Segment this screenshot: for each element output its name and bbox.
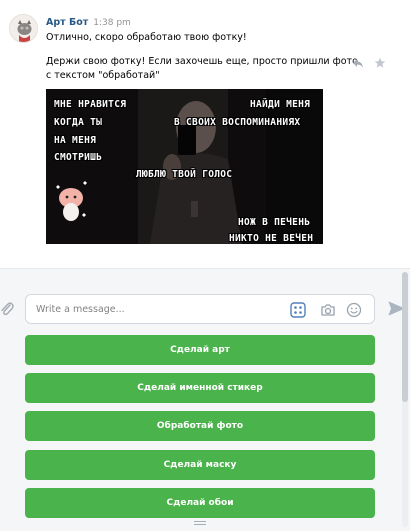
photo-caption: СМОТРИШЬ — [54, 152, 103, 163]
photo-caption: НОЖ В ПЕЧЕНЬ — [238, 217, 311, 228]
cat-avatar-icon — [10, 15, 37, 42]
emoji-icon[interactable] — [346, 302, 362, 318]
camera-icon[interactable] — [320, 302, 336, 318]
message-sender[interactable]: Арт Бот 1:38 pm — [46, 17, 131, 28]
photo-caption: ЛЮБЛЮ ТВОЙ ГОЛОС — [136, 169, 233, 180]
resize-handle[interactable] — [194, 521, 206, 527]
keyboard-button-mask[interactable]: Сделай маску — [25, 450, 375, 480]
keyboard-button-named-sticker[interactable]: Сделай именной стикер — [25, 373, 375, 403]
photo-caption: В СВОИХ ВОСПОМИНАНИЯХ — [174, 117, 301, 128]
photo-caption: КОГДА ТЫ — [54, 117, 103, 128]
photo-caption: НАЙДИ МЕНЯ — [250, 99, 311, 110]
scrollbar-thumb[interactable] — [402, 272, 408, 402]
bot-avatar[interactable] — [9, 14, 38, 43]
star-icon[interactable] — [374, 57, 386, 69]
sticker-image — [52, 181, 90, 223]
keyboard-button-process-photo[interactable]: Обработай фото — [25, 411, 375, 441]
message-input[interactable] — [36, 302, 276, 317]
keyboard-icon[interactable] — [290, 302, 306, 318]
keyboard-button-art[interactable]: Сделай арт — [25, 335, 375, 365]
photo-caption: НИКТО НЕ ВЕЧЕН — [229, 233, 314, 244]
sender-name[interactable]: Арт Бот — [46, 17, 88, 28]
message-history: Арт Бот 1:38 pm Отлично, скоро обработаю … — [0, 0, 410, 268]
reply-icon[interactable] — [352, 57, 364, 69]
photo-caption: НА МЕНЯ — [54, 135, 97, 146]
attached-photo[interactable]: МНЕ НРАВИТСЯ КОГДА ТЫ НА МЕНЯ СМОТРИШЬ Н… — [46, 89, 323, 244]
photo-caption: МНЕ НРАВИТСЯ — [54, 99, 127, 110]
message-time[interactable]: 1:38 pm — [93, 18, 131, 28]
message-text-2: Держи свою фотку! Если захочешь еще, про… — [46, 56, 358, 67]
message-input-box[interactable] — [25, 294, 375, 324]
message-text-1: Отлично, скоро обработаю твою фотку! — [46, 32, 247, 43]
paperclip-icon[interactable] — [0, 301, 14, 318]
message-text-3: с текстом "обработай" — [46, 70, 160, 81]
keyboard-button-wallpaper[interactable]: Сделай обои — [25, 488, 375, 518]
